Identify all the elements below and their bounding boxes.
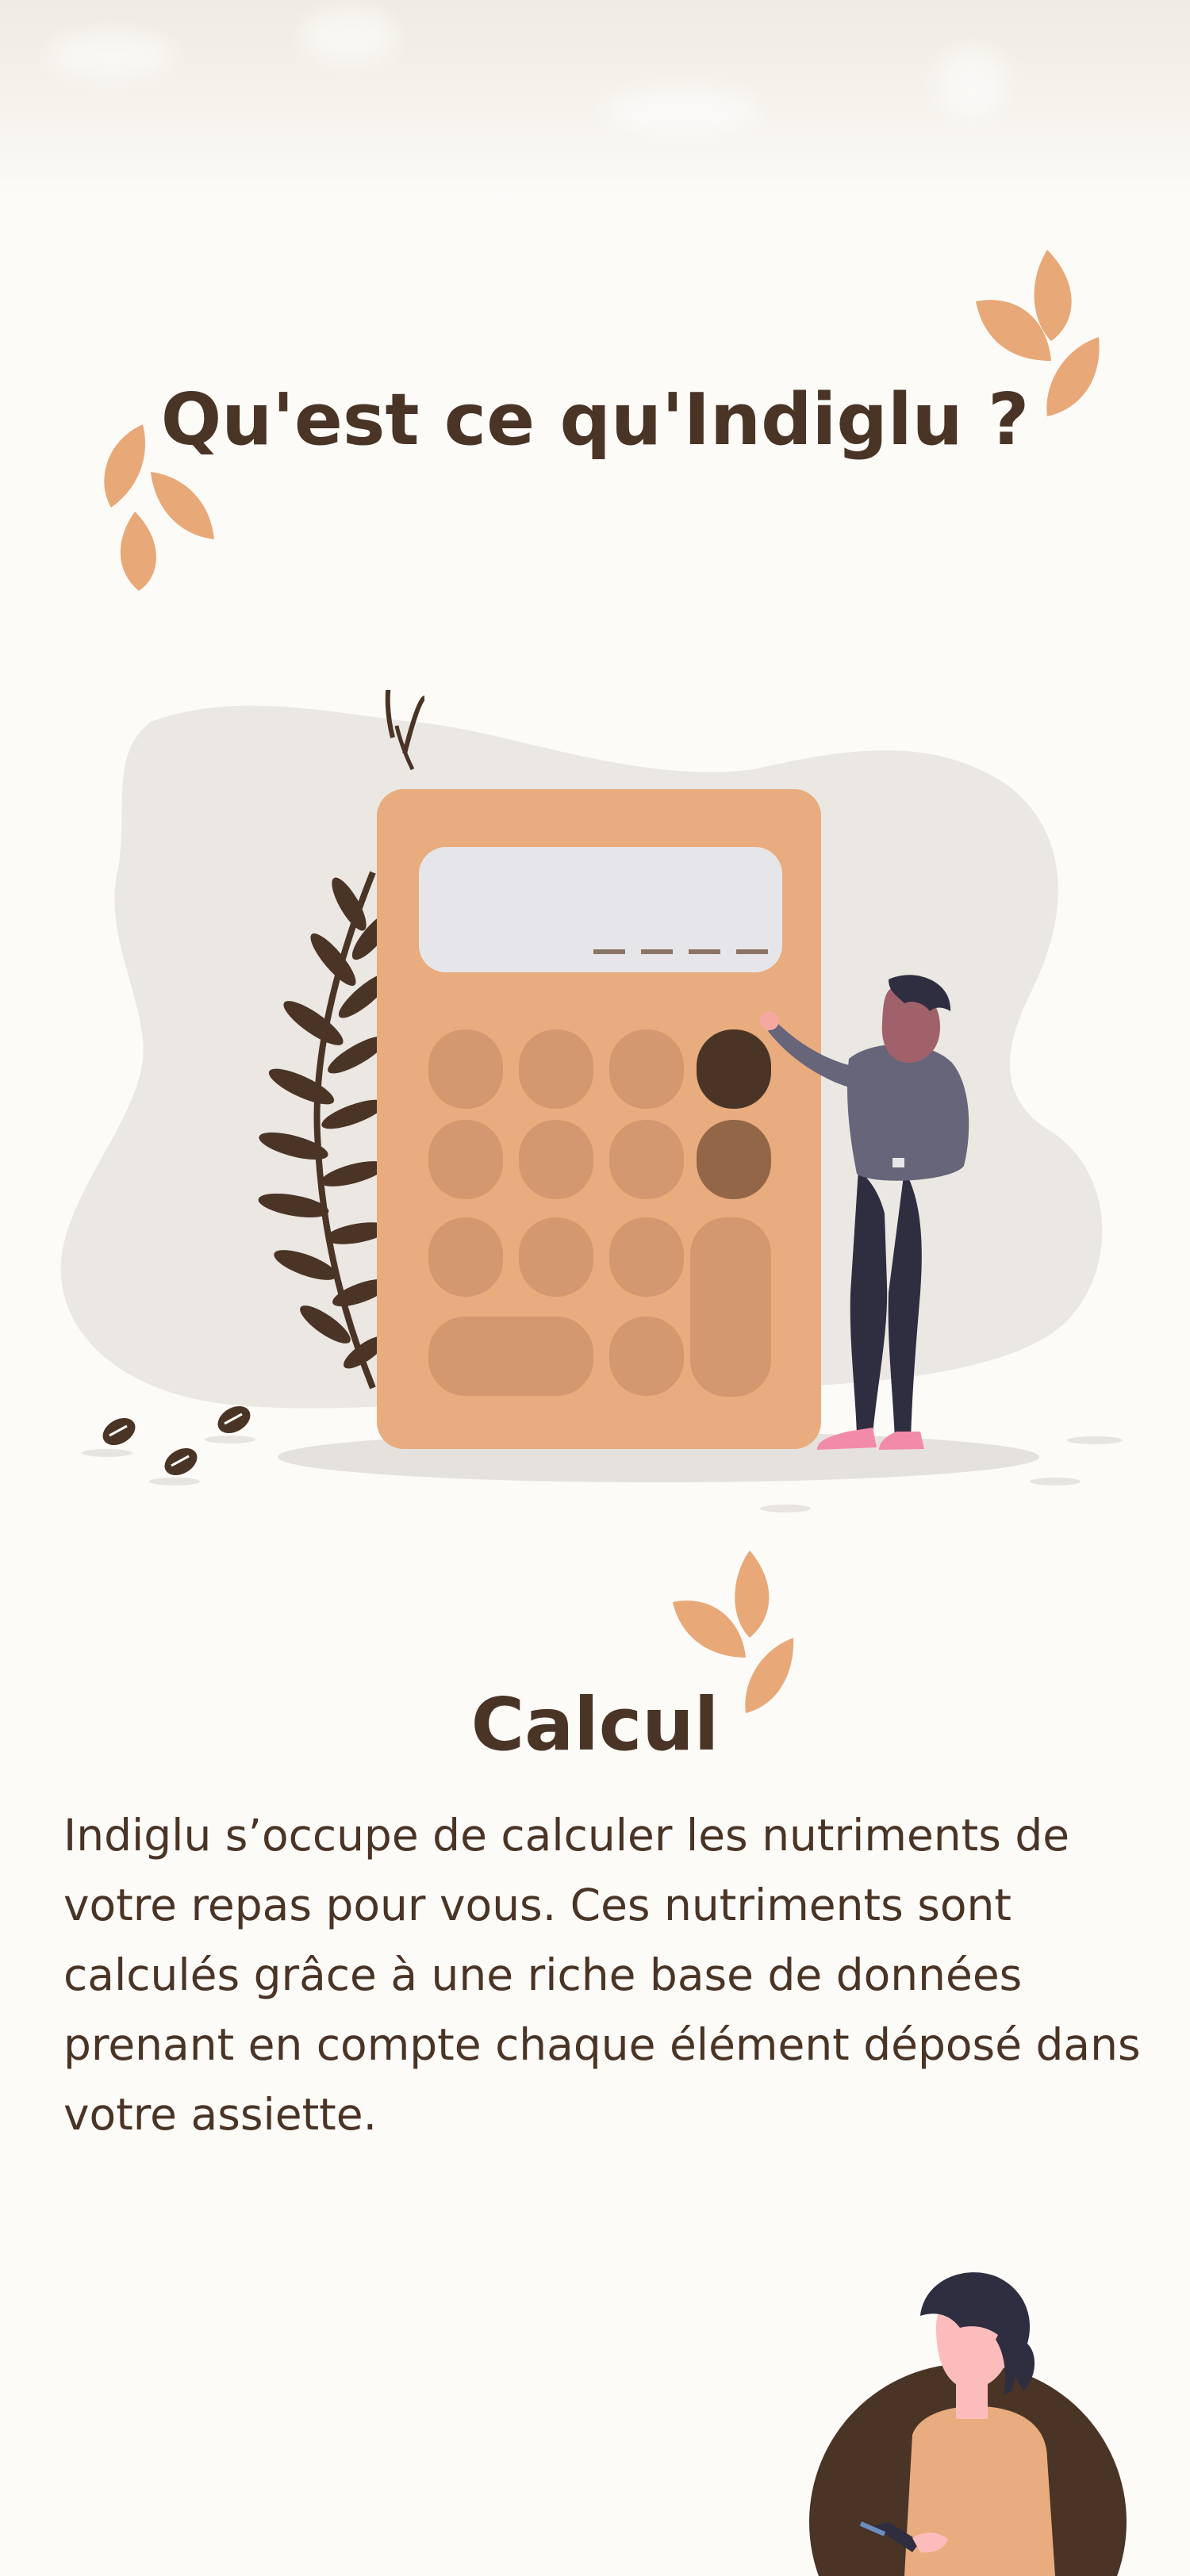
bokeh-light [603, 87, 762, 135]
calculator-key-hover [697, 1120, 771, 1199]
page-title: Qu'est ce qu'Indiglu ? [160, 378, 1030, 462]
calculator-key-active [697, 1029, 771, 1109]
bokeh-light [936, 48, 1008, 119]
calculator-illustration [60, 690, 1123, 1512]
section-calcul-text: Indiglu s’occupe de calculer les nutrime… [63, 1810, 1141, 2140]
woman-phone-illustration [809, 2272, 1127, 2576]
bokeh-light [48, 32, 175, 79]
section-title-calcul: Calcul [470, 1682, 720, 1767]
bokeh-light [301, 8, 397, 63]
header-background [0, 0, 1190, 198]
